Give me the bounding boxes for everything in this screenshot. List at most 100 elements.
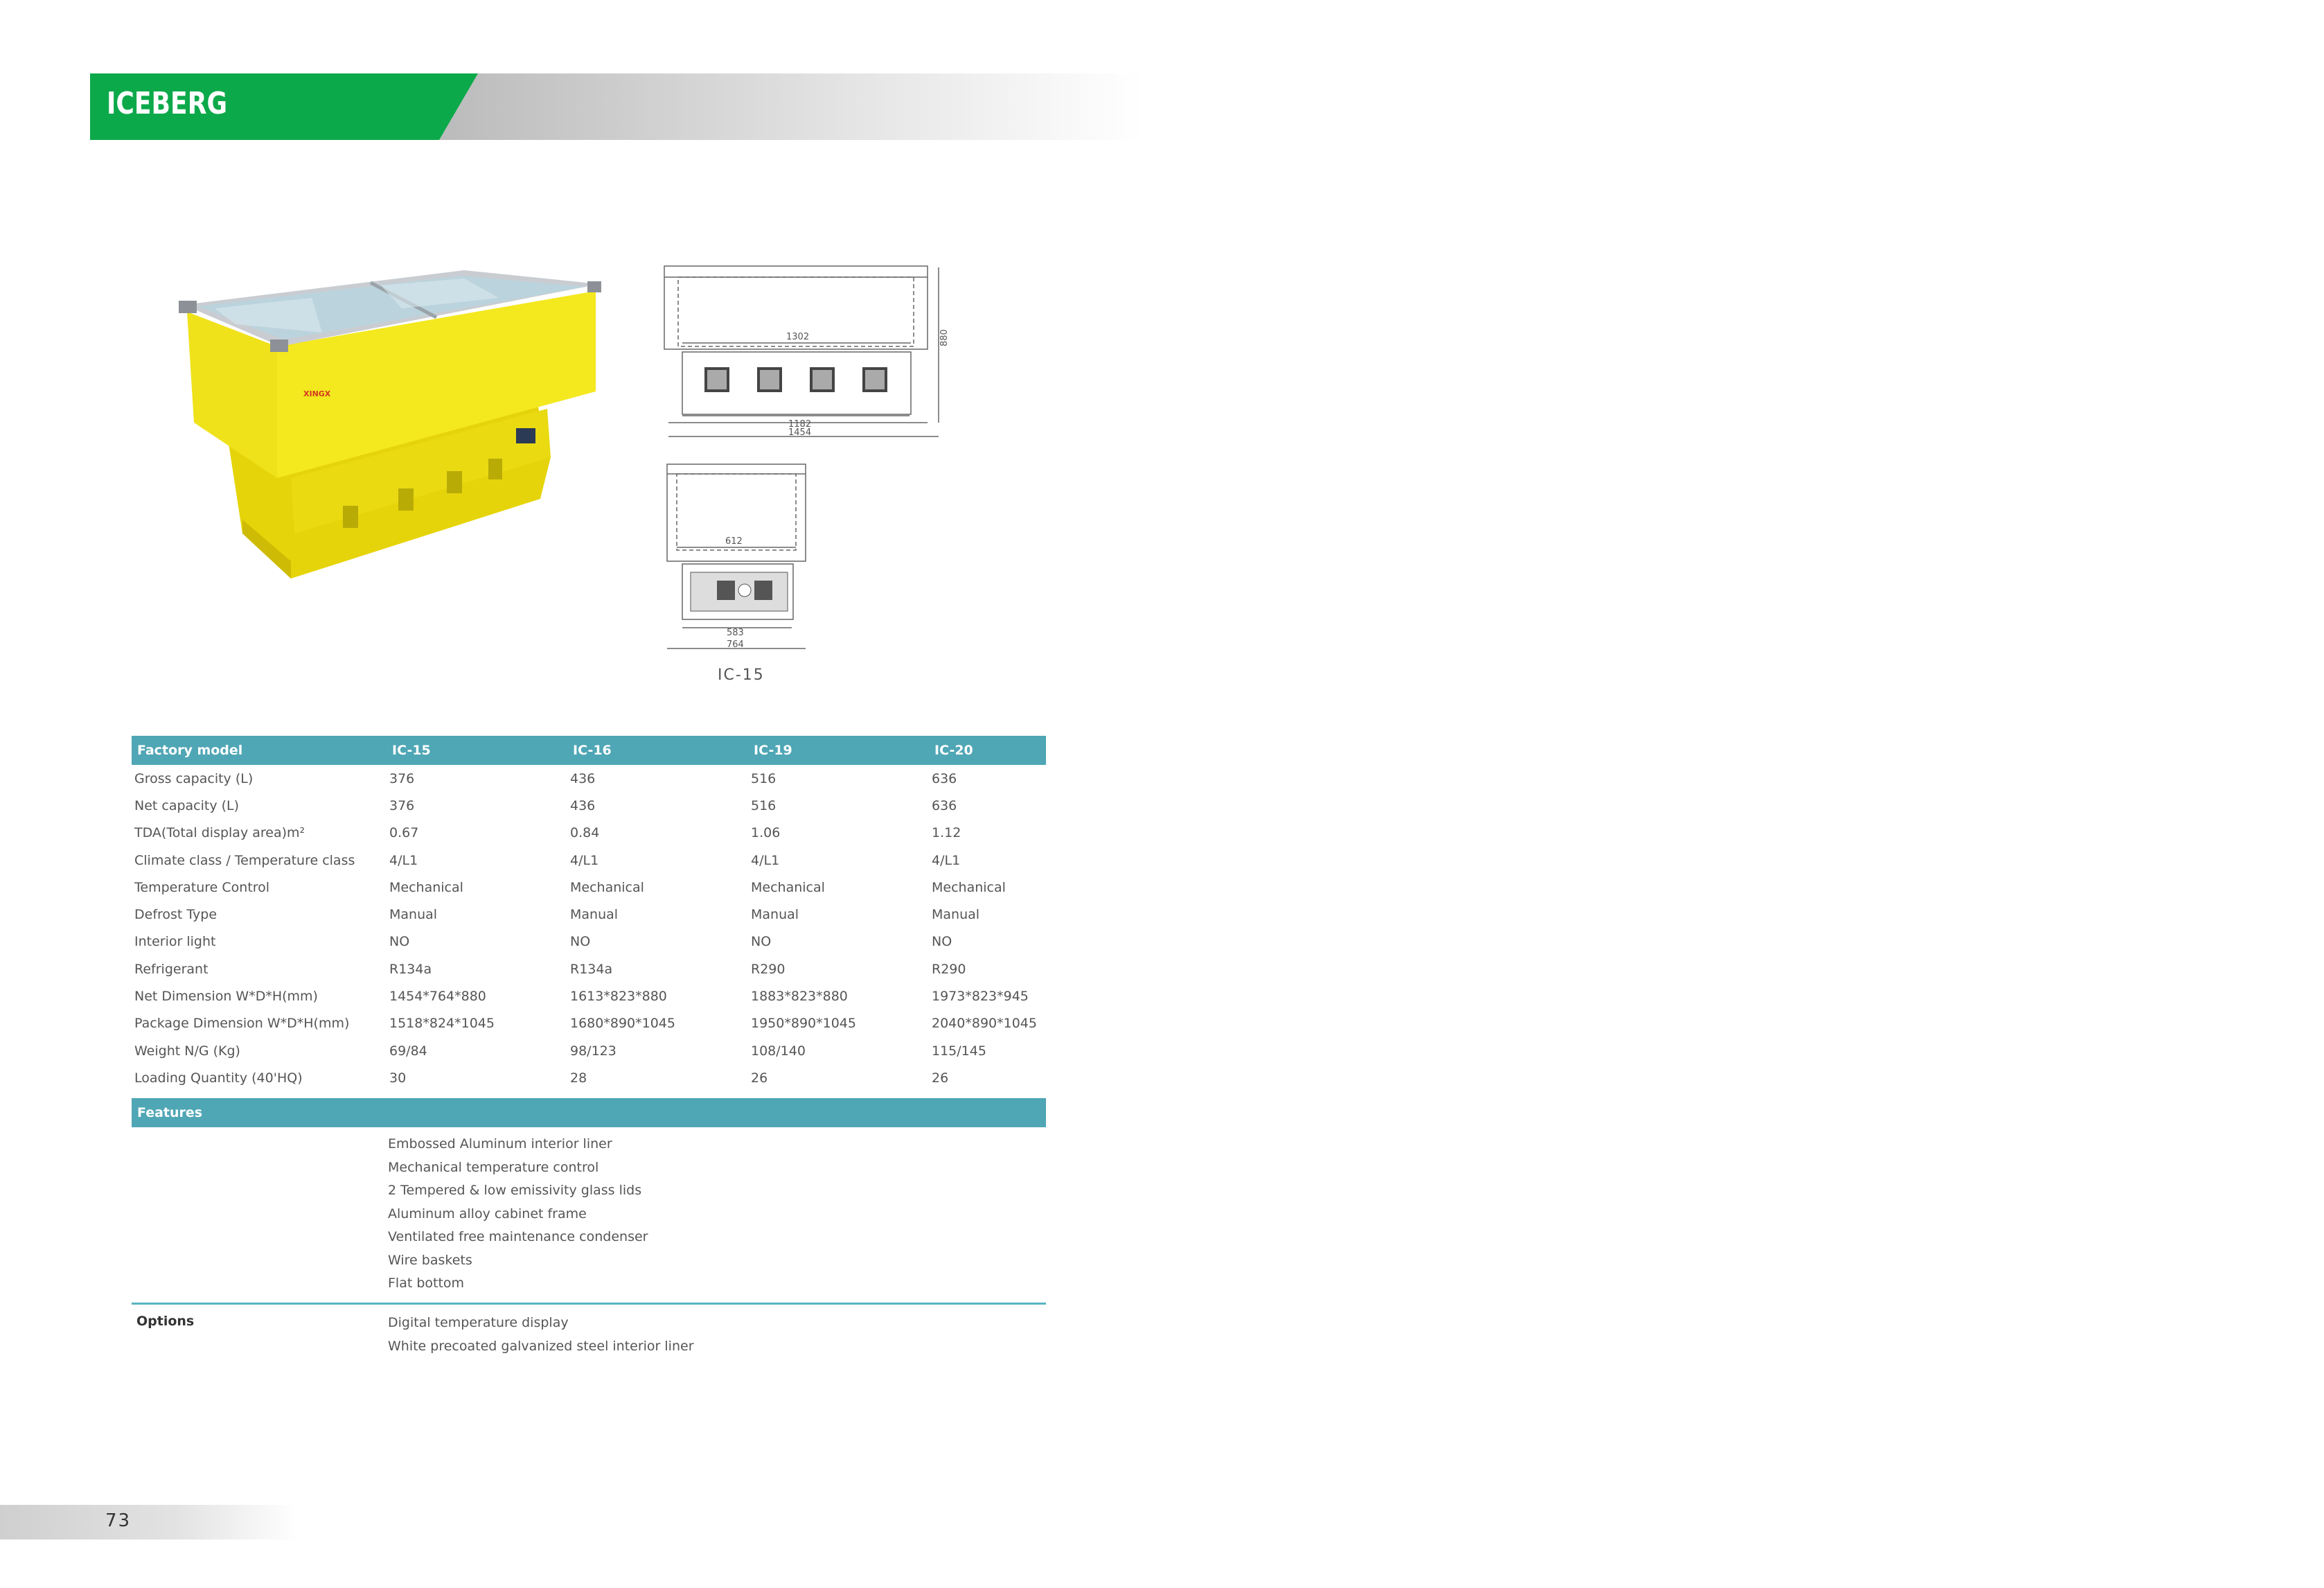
cell: 1950*890*1045: [751, 1016, 856, 1032]
table-row: Net Dimension W*D*H(mm) 1454*764*880 161…: [132, 982, 1046, 1009]
row-label: Climate class / Temperature class: [134, 852, 355, 868]
cell: 516: [751, 797, 777, 813]
cell: 1973*823*945: [932, 989, 1029, 1005]
page-number: 73: [105, 1510, 132, 1531]
cell: NO: [932, 934, 952, 950]
table-row: Weight N/G (Kg) 69/84 98/123 108/140 115…: [132, 1037, 1046, 1064]
cell: R290: [751, 961, 786, 977]
row-label: Weight N/G (Kg): [134, 1043, 240, 1059]
cell: 376: [389, 797, 415, 813]
features-label: Features: [137, 1105, 203, 1120]
cell: 1.06: [751, 825, 781, 841]
header-cell: IC-20: [934, 743, 973, 758]
cell: 26: [751, 1070, 768, 1086]
cell: 4/L1: [932, 852, 961, 868]
table-row: Refrigerant R134a R134a R290 R290: [132, 955, 1046, 982]
cell: 376: [389, 770, 415, 786]
cell: 30: [389, 1070, 407, 1086]
cell: Manual: [570, 907, 619, 923]
header-cell: IC-19: [754, 743, 792, 758]
cell: R134a: [389, 961, 432, 977]
cell: 0.84: [570, 825, 600, 841]
cell: Mechanical: [751, 879, 825, 895]
list-item: Digital temperature display: [388, 1315, 569, 1330]
drawing-caption: IC-15: [718, 667, 765, 684]
front-view-drawing: [664, 265, 939, 437]
front-vents: [704, 367, 887, 392]
cell: Manual: [389, 907, 438, 923]
table-row: Net capacity (L) 376 436 516 636: [132, 792, 1046, 819]
cell: 4/L1: [389, 852, 418, 868]
row-label: Temperature Control: [134, 879, 270, 895]
table-row: Defrost Type Manual Manual Manual Manual: [132, 901, 1046, 928]
row-label: TDA(Total display area)m²: [134, 825, 305, 841]
dim-inner-width: 1302: [786, 332, 809, 342]
row-label: Defrost Type: [134, 907, 218, 923]
cell: 28: [570, 1070, 587, 1086]
features-list: Embossed Aluminum interior liner Mechani…: [388, 1133, 648, 1296]
cell: Manual: [751, 907, 799, 923]
row-label: Package Dimension W*D*H(mm): [134, 1016, 350, 1032]
header-cell: Factory model: [137, 743, 243, 758]
cell: Mechanical: [570, 879, 644, 895]
table-row: Package Dimension W*D*H(mm) 1518*824*104…: [132, 1010, 1046, 1037]
list-item: Ventilated free maintenance condenser: [388, 1229, 648, 1244]
section-divider: [132, 1303, 1046, 1305]
cell: R134a: [570, 961, 613, 977]
row-label: Net Dimension W*D*H(mm): [134, 989, 318, 1005]
cell: 516: [751, 770, 777, 786]
spec-table: Factory model IC-15 IC-16 IC-19 IC-20 Gr…: [132, 736, 1046, 1092]
control-panel: [516, 428, 535, 443]
footer-bar: [0, 1505, 298, 1540]
technical-drawings: 1302 880 1182 1454 612 583 764: [664, 265, 950, 650]
cell: 1518*824*1045: [389, 1016, 495, 1032]
list-item: White precoated galvanized steel interio…: [388, 1338, 694, 1354]
cell: 636: [932, 770, 957, 786]
list-item: Flat bottom: [388, 1276, 465, 1291]
side-view-drawing: [666, 464, 806, 649]
cell: Manual: [932, 907, 980, 923]
list-item: Embossed Aluminum interior liner: [388, 1136, 612, 1152]
cell: Mechanical: [932, 879, 1006, 895]
table-row: Loading Quantity (40'HQ) 30 28 26 26: [132, 1064, 1046, 1091]
cell: NO: [389, 934, 410, 950]
brand-title: ICEBERG: [107, 86, 228, 121]
cell: 4/L1: [570, 852, 599, 868]
cell: NO: [751, 934, 772, 950]
cell: 1613*823*880: [570, 989, 667, 1005]
cell: 108/140: [751, 1043, 806, 1059]
table-row: TDA(Total display area)m² 0.67 0.84 1.06…: [132, 820, 1046, 847]
spec-table-header: Factory model IC-15 IC-16 IC-19 IC-20: [132, 736, 1046, 765]
cell: NO: [570, 934, 591, 950]
features-header: Features: [132, 1098, 1046, 1127]
cell: 1.12: [932, 825, 961, 841]
header-cell: IC-15: [392, 743, 431, 758]
cell: 26: [932, 1070, 949, 1086]
header-cell: IC-16: [573, 743, 612, 758]
cell: 1883*823*880: [751, 989, 848, 1005]
dim-total-width: 1454: [788, 427, 811, 438]
row-label: Net capacity (L): [134, 797, 240, 813]
chest-freezer-image: XINGX: [179, 270, 601, 579]
list-item: 2 Tempered & low emissivity glass lids: [388, 1183, 642, 1198]
row-label: Interior light: [134, 934, 216, 950]
cell: 436: [570, 797, 596, 813]
side-dim-base-width: 583: [727, 628, 744, 638]
cell: R290: [932, 961, 966, 977]
cell: 4/L1: [751, 852, 780, 868]
cell: 436: [570, 770, 596, 786]
cell: Mechanical: [389, 879, 463, 895]
cell: 0.67: [389, 825, 419, 841]
options-label: Options: [136, 1314, 195, 1329]
list-item: Wire baskets: [388, 1252, 472, 1268]
side-dim-total-width: 764: [727, 639, 744, 650]
row-label: Refrigerant: [134, 961, 209, 977]
cell: 1454*764*880: [389, 989, 486, 1005]
table-row: Gross capacity (L) 376 436 516 636: [132, 765, 1046, 792]
cell: 98/123: [570, 1043, 617, 1059]
dim-height: 880: [939, 329, 950, 346]
cell: 69/84: [389, 1043, 427, 1059]
cell: 2040*890*1045: [932, 1016, 1037, 1032]
options-list: Digital temperature display White precoa…: [388, 1312, 694, 1358]
list-item: Aluminum alloy cabinet frame: [388, 1206, 587, 1221]
